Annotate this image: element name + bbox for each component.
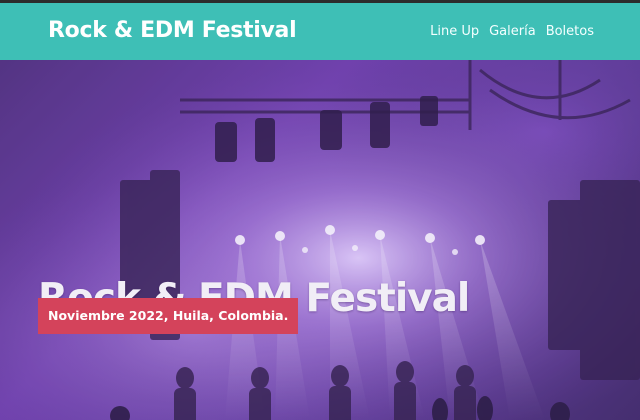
main-nav: Line Up Galería Boletos <box>430 24 594 39</box>
event-date-location-badge: Noviembre 2022, Huila, Colombia. <box>38 298 299 334</box>
brand-logo-link[interactable]: Rock & EDM Festival <box>48 18 297 43</box>
nav-link-boletos[interactable]: Boletos <box>546 24 594 39</box>
hero-section: Rock & EDM Festival Noviembre 2022, Huil… <box>0 60 640 420</box>
page: Rock & EDM Festival Line Up Galería Bole… <box>0 0 640 420</box>
nav-link-line-up[interactable]: Line Up <box>430 24 479 39</box>
concert-stage-image <box>0 60 640 420</box>
site-header: Rock & EDM Festival Line Up Galería Bole… <box>0 0 640 60</box>
nav-link-galeria[interactable]: Galería <box>489 24 536 39</box>
